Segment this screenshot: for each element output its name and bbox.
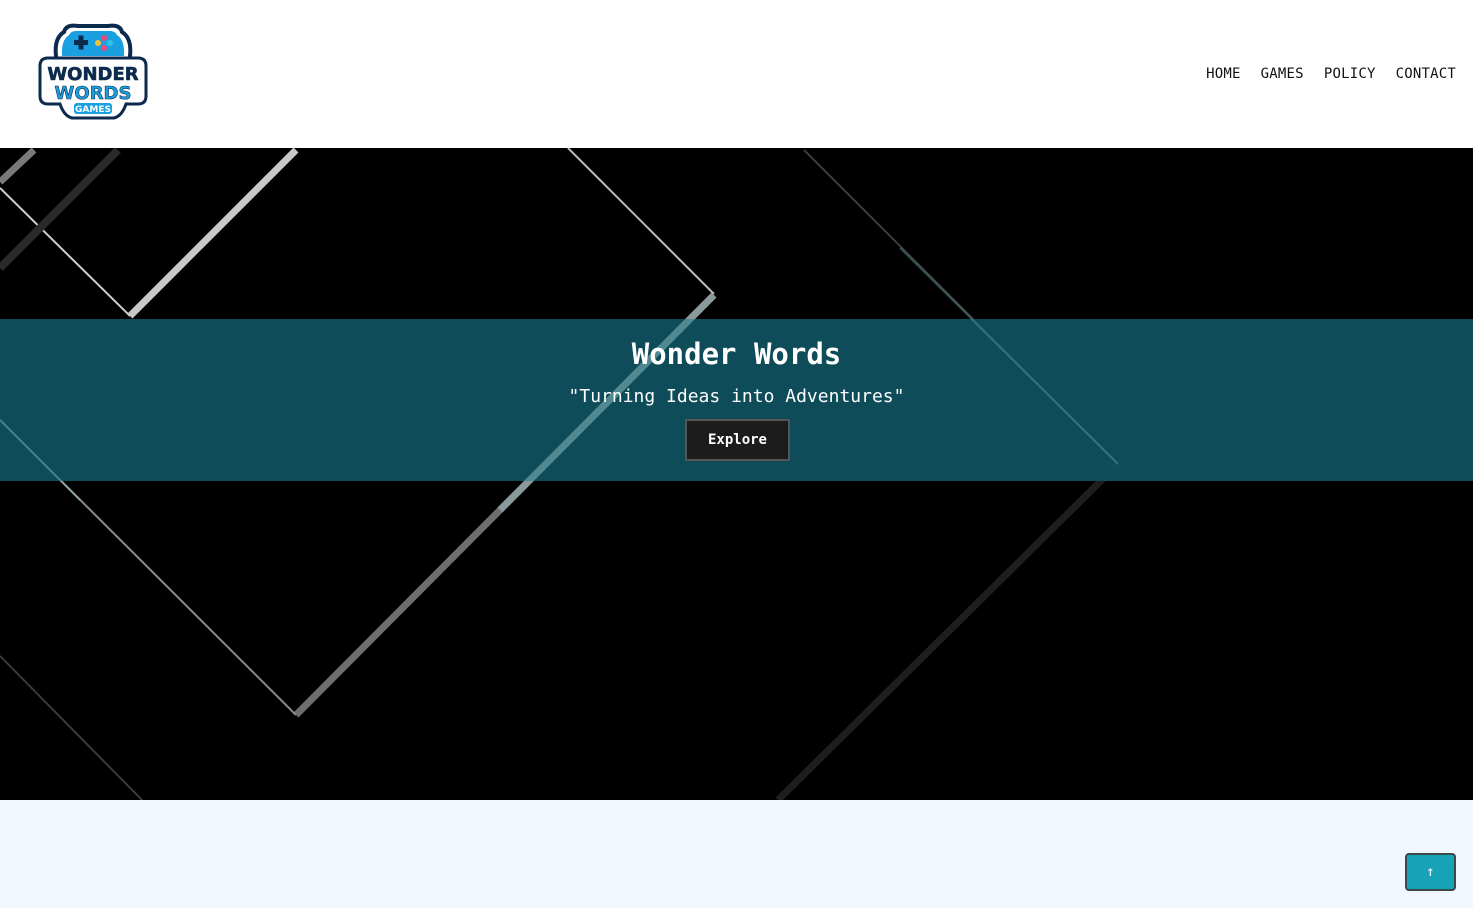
hero-section: Wonder Words "Turning Ideas into Adventu…: [0, 148, 1473, 800]
logo-graphic: WONDER WORDS GAMES: [38, 23, 148, 120]
nav-games[interactable]: GAMES: [1261, 66, 1304, 82]
arrow-up-icon: ↑: [1426, 864, 1435, 880]
hero-foreground-lines: [0, 247, 1119, 513]
logo-text-wonder: WONDER: [47, 64, 138, 85]
main-nav: HOME GAMES POLICY CONTACT: [1206, 66, 1456, 82]
scroll-to-top-button[interactable]: ↑: [1405, 853, 1456, 891]
nav-contact[interactable]: CONTACT: [1396, 66, 1456, 82]
site-header: WONDER WORDS GAMES HOME GAMES POLICY CON…: [0, 0, 1473, 148]
nav-policy[interactable]: POLICY: [1324, 66, 1376, 82]
wonder-words-logo[interactable]: WONDER WORDS GAMES: [34, 22, 152, 122]
explore-button[interactable]: Explore: [685, 419, 790, 461]
hero-tagline: "Turning Ideas into Adventures": [568, 386, 905, 407]
logo-text-games: GAMES: [75, 105, 111, 115]
hero-title: Wonder Words: [631, 337, 842, 371]
logo-text-words: WORDS: [55, 83, 132, 104]
nav-home[interactable]: HOME: [1206, 66, 1241, 82]
